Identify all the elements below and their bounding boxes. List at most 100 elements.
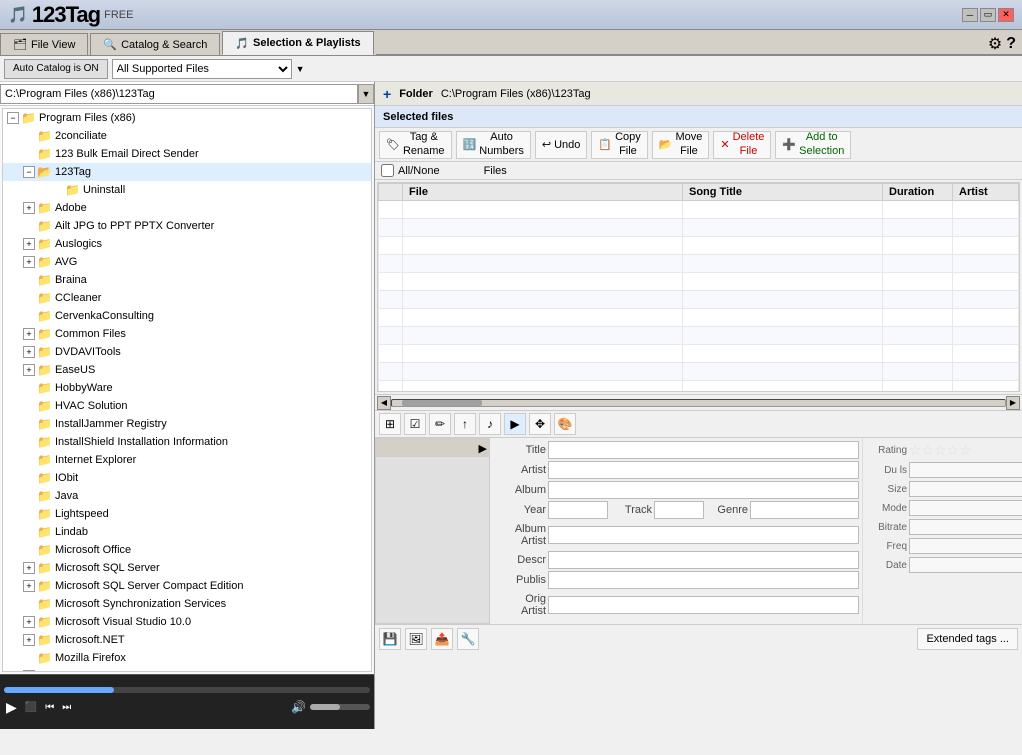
tree-expander[interactable]: − [23,166,35,178]
year-field-input[interactable] [548,501,608,519]
tree-expander[interactable]: + [23,580,35,592]
date-input[interactable] [909,557,1022,573]
auto-numbers-button[interactable]: 🔢 AutoNumbers [456,131,531,159]
player-next-button[interactable]: ⏭ [60,700,73,715]
minimize-button[interactable]: ─ [962,8,978,22]
folder-expand-button[interactable]: + [383,86,391,102]
tree-expander[interactable]: + [23,364,35,376]
tree-expander[interactable]: + [23,670,35,672]
move-file-button[interactable]: 📂 MoveFile [652,131,710,159]
export-button[interactable]: 📤 [431,628,453,650]
list-item[interactable]: 📁 CCleaner [3,289,371,307]
genre-field-input[interactable] [750,501,859,519]
title-field-input[interactable] [548,441,859,459]
tab-catalog-search[interactable]: 🔍 Catalog & Search [90,33,220,55]
tag-tool-checkbox-button[interactable]: ☑ [404,413,426,435]
list-item[interactable]: 📁 Internet Explorer [3,451,371,469]
duls-input[interactable] [909,462,1022,478]
mode-input[interactable] [909,500,1022,516]
list-item[interactable]: 📁 Microsoft Office [3,541,371,559]
close-button[interactable]: ✕ [998,8,1014,22]
path-input[interactable] [0,84,358,104]
list-item[interactable]: 📁 Lightspeed [3,505,371,523]
tree-expander[interactable]: + [23,328,35,340]
list-item[interactable]: 📁 InstallJammer Registry [3,415,371,433]
volume-slider[interactable] [310,704,370,710]
tab-selection-playlists[interactable]: 🎵 Selection & Playlists [222,31,373,55]
list-item[interactable]: − 📂 123Tag [3,163,371,181]
table-row[interactable] [379,219,1019,237]
tag-tool-pencil-button[interactable]: ✏ [429,413,451,435]
list-item[interactable]: 📁 CervenkaConsulting [3,307,371,325]
orig-artist-field-input[interactable] [548,596,859,614]
horizontal-scrollbar[interactable]: ◀ ▶ [375,394,1022,410]
player-progress-bar[interactable] [4,687,370,693]
scroll-left-button[interactable]: ◀ [377,396,391,410]
settings-icon[interactable]: ⚙ [988,34,1002,54]
tag-tool-move-button[interactable]: ✥ [529,413,551,435]
scroll-track[interactable] [391,399,1006,407]
copy-file-button[interactable]: 📋 CopyFile [591,131,647,159]
artist-field-input[interactable] [548,461,859,479]
rating-stars[interactable]: ☆☆☆☆☆ [909,442,972,459]
undo-button[interactable]: ↩ Undo [535,131,588,159]
table-row[interactable] [379,237,1019,255]
list-item[interactable]: + 📁 Microsoft SQL Server Compact Edition [3,577,371,595]
bitrate-input[interactable] [909,519,1022,535]
tag-tool-grid-button[interactable]: ⊞ [379,413,401,435]
table-row[interactable] [379,255,1019,273]
list-item[interactable]: 📁 HVAC Solution [3,397,371,415]
album-art-button[interactable]: 🖼 [405,628,427,650]
tree-expander[interactable]: + [23,616,35,628]
list-item[interactable]: + 📁 Auslogics [3,235,371,253]
list-item[interactable]: + 📁 Adobe [3,199,371,217]
table-row[interactable] [379,363,1019,381]
tree-expander[interactable]: + [23,256,35,268]
list-item[interactable]: + 📁 Microsoft.NET [3,631,371,649]
restore-button[interactable]: ▭ [980,8,996,22]
help-icon[interactable]: ? [1006,35,1016,53]
folder-tree[interactable]: − 📁 Program Files (x86) 📁 2conciliate 📁 … [2,108,372,672]
publis-field-input[interactable] [548,571,859,589]
tag-rename-button[interactable]: 🏷 Tag &Rename [379,131,452,159]
freq-input[interactable] [909,538,1022,554]
player-prev-button[interactable]: ⏮ [43,700,56,715]
tag-tool-up-button[interactable]: ↑ [454,413,476,435]
list-item[interactable]: 📁 Microsoft Synchronization Services [3,595,371,613]
table-row[interactable] [379,201,1019,219]
list-item[interactable]: 📁 Mozilla Firefox [3,649,371,667]
list-item[interactable]: 📁 2conciliate [3,127,371,145]
list-item[interactable]: 📁 123 Bulk Email Direct Sender [3,145,371,163]
save-tag-button[interactable]: 💾 [379,628,401,650]
table-row[interactable] [379,273,1019,291]
auto-catalog-button[interactable]: Auto Catalog is ON [4,59,108,79]
list-item[interactable]: + 📁 Microsoft Visual Studio 10.0 [3,613,371,631]
add-to-selection-button[interactable]: ➕ Add toSelection [775,131,851,159]
tag-tool-cursor-button[interactable]: ▶ [504,413,526,435]
list-item[interactable]: + 📁 Common Files [3,325,371,343]
tree-expander[interactable]: + [23,562,35,574]
list-item[interactable]: 📁 Lindab [3,523,371,541]
album-artist-field-input[interactable] [548,526,859,544]
tree-expander[interactable]: + [23,346,35,358]
tree-expander[interactable]: + [23,238,35,250]
list-item[interactable]: 📁 Braina [3,271,371,289]
all-none-checkbox[interactable] [381,164,394,177]
tab-file-view[interactable]: 🗂 File View [0,33,88,55]
table-row[interactable] [379,381,1019,393]
player-stop-button[interactable]: ⬛ [23,700,39,715]
track-field-input[interactable] [654,501,704,519]
tree-expander[interactable]: + [23,634,35,646]
list-item[interactable]: 📁 IObit [3,469,371,487]
list-item[interactable]: + 📁 DVDAVITools [3,343,371,361]
extended-tags-button[interactable]: Extended tags ... [917,628,1018,650]
list-item[interactable]: + 📁 MSBuild [3,667,371,672]
tree-expander[interactable]: + [23,202,35,214]
list-item[interactable]: 📁 HobbyWare [3,379,371,397]
list-item[interactable]: 📁 Uninstall [3,181,371,199]
tag-tool-palette-button[interactable]: 🎨 [554,413,576,435]
tree-expander-root[interactable]: − [7,112,19,124]
path-dropdown-button[interactable]: ▼ [358,84,374,104]
image-expand-icon[interactable]: ▶ [479,442,487,455]
list-item[interactable]: 📁 Java [3,487,371,505]
